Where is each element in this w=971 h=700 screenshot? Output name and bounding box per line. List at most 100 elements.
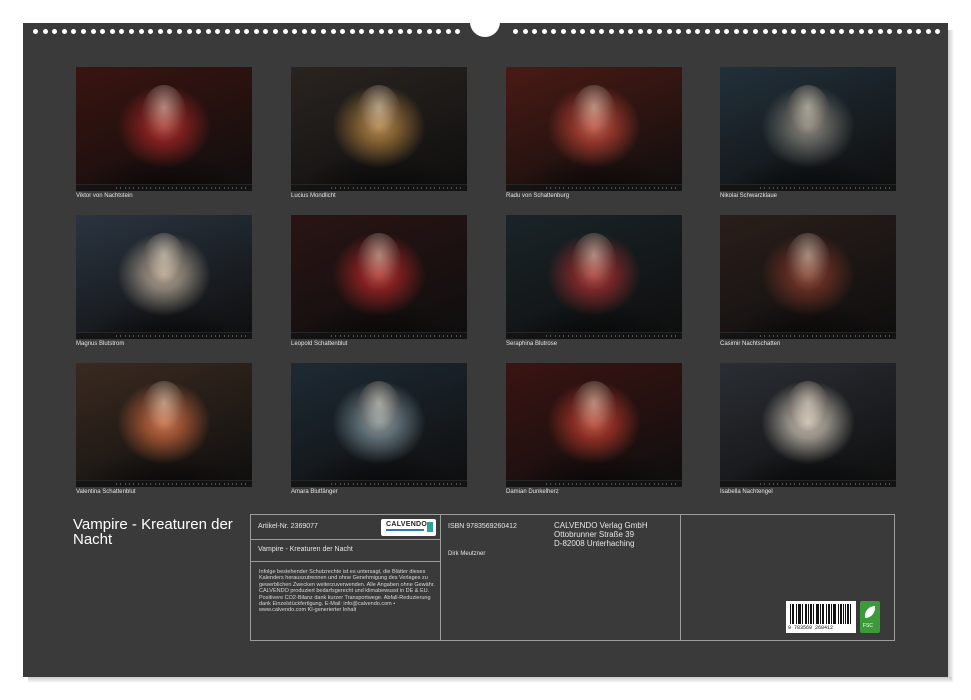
calendar-date-strip <box>291 480 467 487</box>
thumbnail-caption: Radu von Schattenburg <box>506 193 570 199</box>
vampire-portrait <box>357 381 401 437</box>
author: Dirk Meutzner <box>448 551 486 557</box>
binding-hole <box>359 29 365 34</box>
binding-hole <box>887 29 893 34</box>
binding-hole <box>849 29 854 34</box>
binding-hole <box>109 29 115 34</box>
binding-hole <box>724 29 730 34</box>
binding-hole <box>637 29 643 34</box>
binding-hole <box>762 29 768 34</box>
article-number: Artikel-Nr. 2369077 <box>258 523 318 530</box>
binding-hole <box>282 29 288 34</box>
binding-hole <box>743 29 749 34</box>
vampire-portrait <box>142 381 186 437</box>
binding-hole <box>100 29 106 34</box>
binding-hole <box>205 29 211 34</box>
binding-hole <box>628 29 634 34</box>
month-thumbnail <box>291 67 467 191</box>
calendar-date-strip <box>506 332 682 339</box>
calendar-date-strip <box>720 332 896 339</box>
info-divider <box>680 515 681 640</box>
binding-hole <box>215 29 221 34</box>
legal-disclaimer: Infolge bestehender Schutzrechte ist es … <box>259 569 435 614</box>
binding-hole <box>801 29 806 34</box>
calvendo-logo-underline <box>386 529 424 531</box>
binding-hole <box>829 29 835 34</box>
binding-hole <box>52 29 58 34</box>
binding-hole <box>177 29 182 34</box>
month-thumbnail <box>506 215 682 339</box>
binding-hole <box>378 29 384 34</box>
binding-hole <box>388 29 394 34</box>
thumbnail-caption: Amara Blutfänger <box>291 489 338 495</box>
barcode-bars <box>790 604 852 624</box>
calendar-date-strip <box>506 480 682 487</box>
binding-hole <box>330 29 336 34</box>
binding-hole <box>570 29 576 34</box>
binding-hole <box>820 29 826 34</box>
binding-hole <box>455 29 461 34</box>
binding-hole <box>138 29 144 34</box>
vampire-portrait <box>786 85 830 141</box>
month-thumbnail <box>291 215 467 339</box>
binding-hole <box>33 29 38 34</box>
vampire-portrait <box>357 233 401 289</box>
calvendo-logo-text: CALVENDO <box>386 521 428 528</box>
binding-hole <box>599 29 605 34</box>
binding-hole <box>292 29 298 34</box>
binding-hole <box>858 29 864 34</box>
month-thumbnail <box>76 363 252 487</box>
binding-hole <box>369 29 374 34</box>
month-thumbnail <box>76 67 252 191</box>
vampire-portrait <box>142 85 186 141</box>
publisher-street: Ottobrunner Straße 39 <box>554 530 635 539</box>
binding-hole <box>148 29 154 34</box>
binding-hole <box>877 29 883 34</box>
binding-hole <box>916 29 922 34</box>
binding-hole <box>253 29 259 34</box>
binding-hole <box>61 29 67 34</box>
barcode-number: 9 783569 260412 <box>788 625 834 631</box>
publisher-city: D-82008 Unterhaching <box>554 539 635 548</box>
binding-hole <box>186 29 192 34</box>
binding-hole <box>580 29 586 34</box>
binding-hole <box>935 29 941 34</box>
isbn: ISBN 9783569260412 <box>448 523 517 530</box>
binding-hole <box>311 29 317 34</box>
binding-hole <box>657 29 662 34</box>
binding-hole <box>157 29 163 34</box>
binding-hole <box>436 29 442 34</box>
binding-hole <box>407 29 413 34</box>
binding-hole <box>532 29 538 34</box>
binding-hole <box>906 29 912 34</box>
calendar-date-strip <box>291 332 467 339</box>
month-thumbnail <box>506 363 682 487</box>
binding-hole <box>561 29 566 34</box>
thumbnail-caption: Leopold Schattenblut <box>291 341 348 347</box>
thumbnail-caption: Valentina Schattenblut <box>76 489 136 495</box>
vampire-portrait <box>572 233 616 289</box>
binding-hole <box>676 29 682 34</box>
vampire-portrait <box>786 381 830 437</box>
month-thumbnail <box>76 215 252 339</box>
binding-hole <box>244 29 250 34</box>
binding-hole <box>321 29 326 34</box>
calvendo-logo-mark-icon <box>427 522 433 532</box>
binding-hole <box>772 29 778 34</box>
binding-hole <box>196 29 202 34</box>
isbn-barcode: 9 783569 260412 <box>786 601 856 633</box>
thumbnail-caption: Nikolai Schwarzklaue <box>720 193 778 199</box>
vampire-portrait <box>572 381 616 437</box>
binding-hole <box>714 29 720 34</box>
binding-hole <box>541 29 547 34</box>
vampire-portrait <box>357 85 401 141</box>
leaf-icon <box>865 606 875 618</box>
thumbnail-caption: Magnus Blutstrom <box>76 341 125 347</box>
calendar-date-strip <box>76 184 252 191</box>
month-thumbnail <box>506 67 682 191</box>
calendar-date-strip <box>506 184 682 191</box>
fsc-label: FSC <box>863 623 873 629</box>
binding-hole <box>263 29 269 34</box>
thumbnail-caption: Viktor von Nachtstein <box>76 193 133 199</box>
binding-hole <box>445 29 451 34</box>
